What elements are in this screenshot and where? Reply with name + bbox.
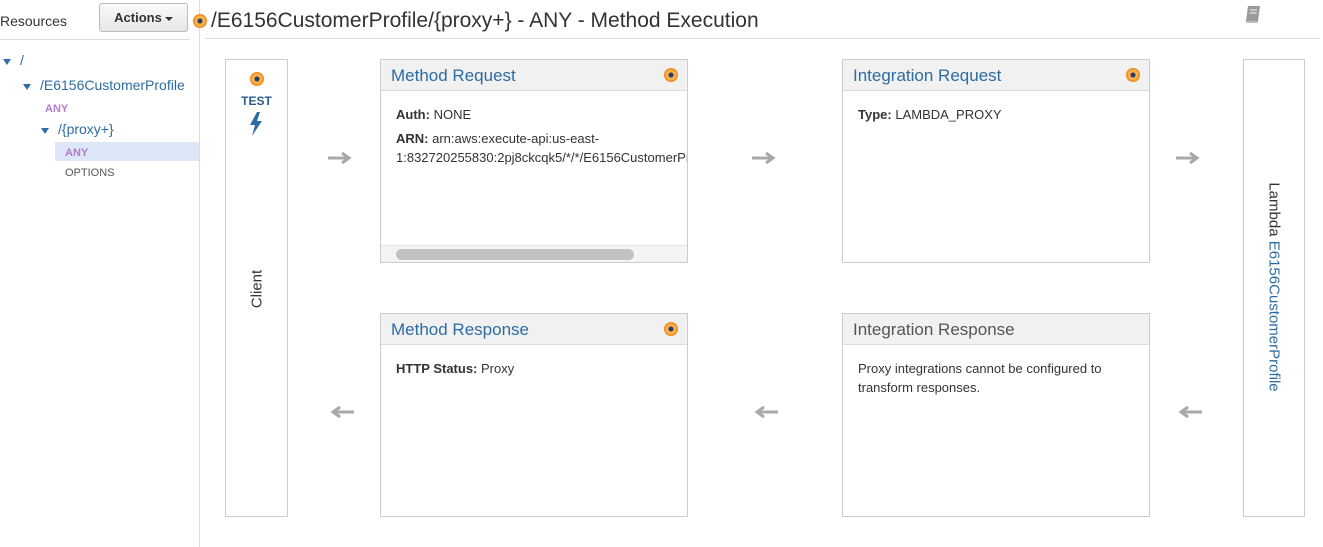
arrow-left-icon bbox=[330, 405, 354, 419]
client-label: Client bbox=[248, 269, 266, 309]
lambda-label: Lambda E6156CustomerProfile bbox=[1266, 182, 1283, 391]
integration-request-body: Type: LAMBDA_PROXY bbox=[843, 91, 1149, 138]
integration-request-box: Integration Request Type: LAMBDA_PROXY bbox=[842, 59, 1150, 263]
tree-item-proxy-any[interactable]: ANY bbox=[65, 144, 88, 159]
expand-root-icon[interactable] bbox=[3, 59, 11, 65]
method-request-link[interactable]: Method Request bbox=[391, 66, 516, 86]
integration-response-body: Proxy integrations cannot be configured … bbox=[843, 345, 1149, 411]
type-row: Type: LAMBDA_PROXY bbox=[858, 105, 1134, 124]
horizontal-scrollbar[interactable] bbox=[381, 245, 687, 262]
tree-item-resource-label: /E6156CustomerProfile bbox=[40, 77, 185, 93]
sidebar-header: Resources Actions bbox=[0, 0, 190, 40]
integration-request-header: Integration Request bbox=[843, 60, 1149, 91]
arn-value-line1: arn:aws:execute-api:us-east- bbox=[432, 131, 600, 146]
arrow-left-icon bbox=[754, 405, 778, 419]
actions-button[interactable]: Actions bbox=[99, 3, 188, 32]
http-status-row: HTTP Status: Proxy bbox=[396, 359, 672, 378]
resources-sidebar: Resources Actions / /E6156CustomerProfil… bbox=[0, 0, 200, 547]
lambda-prefix: Lambda bbox=[1265, 182, 1283, 237]
actions-button-label: Actions bbox=[114, 10, 162, 25]
tree-item-root[interactable]: / bbox=[20, 52, 24, 68]
arrow-right-icon bbox=[328, 151, 352, 165]
tree-item-proxy-options[interactable]: OPTIONS bbox=[65, 164, 115, 179]
test-link[interactable]: TEST bbox=[226, 94, 287, 108]
status-dot-icon bbox=[664, 68, 678, 82]
book-icon[interactable] bbox=[1243, 4, 1263, 31]
sidebar-title: Resources bbox=[0, 13, 67, 29]
status-dot-icon bbox=[193, 14, 207, 28]
tree-item-root-label: / bbox=[20, 52, 24, 68]
arn-row: ARN: arn:aws:execute-api:us-east- 1:8327… bbox=[396, 129, 688, 167]
page-title: /E6156CustomerProfile/{proxy+} - ANY - M… bbox=[211, 9, 759, 32]
status-dot-icon bbox=[250, 72, 264, 86]
tree-item-proxy-label: /{proxy+} bbox=[58, 121, 114, 137]
method-response-box: Method Response HTTP Status: Proxy bbox=[380, 313, 688, 517]
integration-response-header: Integration Response bbox=[843, 314, 1149, 345]
integration-request-link[interactable]: Integration Request bbox=[853, 66, 1001, 86]
integration-response-box: Integration Response Proxy integrations … bbox=[842, 313, 1150, 517]
http-status-value: Proxy bbox=[481, 361, 515, 376]
arn-key: ARN: bbox=[396, 131, 429, 146]
lambda-function-link[interactable]: E6156CustomerProfile bbox=[1266, 241, 1283, 392]
lambda-panel: Lambda E6156CustomerProfile bbox=[1243, 59, 1305, 517]
status-dot-icon bbox=[664, 322, 678, 336]
caret-down-icon bbox=[164, 16, 173, 21]
method-response-link[interactable]: Method Response bbox=[391, 320, 529, 340]
auth-key: Auth: bbox=[396, 107, 430, 122]
arrow-left-icon bbox=[1178, 405, 1202, 419]
method-response-body: HTTP Status: Proxy bbox=[381, 345, 687, 392]
tree-item-proxy[interactable]: /{proxy+} bbox=[58, 121, 114, 137]
expand-proxy-icon[interactable] bbox=[41, 128, 49, 134]
arrow-right-icon bbox=[1176, 151, 1200, 165]
method-request-body: Auth: NONE ARN: arn:aws:execute-api:us-e… bbox=[381, 91, 687, 181]
tree-item-resource-any[interactable]: ANY bbox=[45, 100, 68, 115]
integration-response-message: Proxy integrations cannot be configured … bbox=[858, 361, 1102, 395]
method-options-label: OPTIONS bbox=[65, 167, 115, 179]
status-dot-icon bbox=[1126, 68, 1140, 82]
type-value: LAMBDA_PROXY bbox=[895, 107, 1002, 122]
arrow-right-icon bbox=[752, 151, 776, 165]
header-divider bbox=[205, 38, 1320, 39]
tree-item-resource[interactable]: /E6156CustomerProfile bbox=[40, 77, 185, 93]
type-key: Type: bbox=[858, 107, 892, 122]
auth-value: NONE bbox=[433, 107, 472, 122]
method-request-box: Method Request Auth: NONE ARN: arn:aws:e… bbox=[380, 59, 688, 263]
method-any-label: ANY bbox=[65, 147, 89, 159]
arn-value-line2: 1:832720255830:2pj8ckcqk5/*/*/E6156Custo… bbox=[396, 150, 688, 165]
client-panel: TEST Client bbox=[225, 59, 288, 517]
expand-resource-icon[interactable] bbox=[23, 84, 31, 90]
auth-row: Auth: NONE bbox=[396, 105, 672, 124]
method-response-header: Method Response bbox=[381, 314, 687, 345]
bolt-icon[interactable] bbox=[248, 112, 264, 141]
integration-response-title: Integration Response bbox=[853, 320, 1015, 339]
scrollbar-thumb[interactable] bbox=[396, 249, 634, 260]
method-request-header: Method Request bbox=[381, 60, 687, 91]
method-any-label: ANY bbox=[45, 103, 69, 115]
http-status-key: HTTP Status: bbox=[396, 361, 478, 376]
